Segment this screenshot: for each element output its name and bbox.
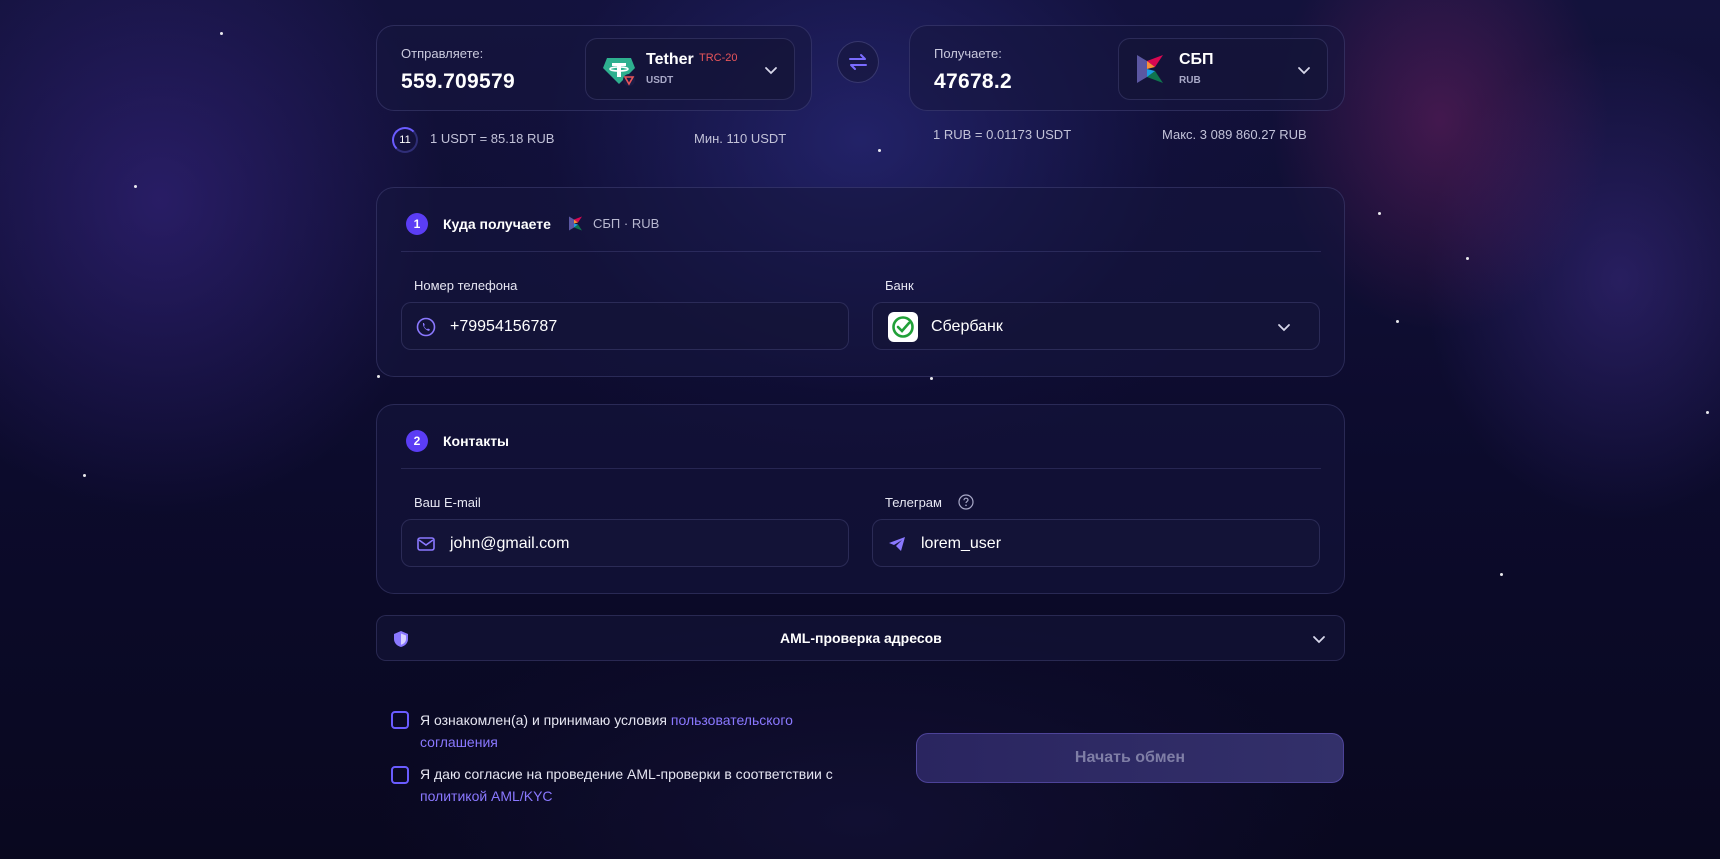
aml-check-toggle[interactable]: AML-проверка адресов — [376, 615, 1345, 661]
telegram-icon — [889, 537, 905, 551]
star — [1466, 257, 1469, 260]
sberbank-logo — [888, 312, 918, 342]
receive-card: Получаете: 47678.2 СБП RUB — [909, 25, 1345, 111]
sbp-icon — [568, 215, 583, 237]
star — [83, 474, 86, 477]
recipient-section: 1 Куда получаете СБП · RUB Номер телефон… — [376, 187, 1345, 377]
bank-label: Банк — [885, 278, 914, 293]
step-number: 2 — [406, 430, 428, 452]
shield-icon — [394, 631, 408, 647]
email-field[interactable]: john@gmail.com — [401, 519, 849, 567]
send-rate: 1 USDT = 85.18 RUB — [430, 131, 555, 146]
chevron-down-icon — [1313, 636, 1325, 644]
aml-consent-text: Я даю согласие на проведение AML-проверк… — [420, 763, 870, 807]
phone-label: Номер телефона — [414, 278, 518, 293]
send-label: Отправляете: — [401, 46, 484, 61]
star — [1500, 573, 1503, 576]
sbp-icon — [1135, 53, 1165, 90]
tether-icon — [602, 53, 636, 92]
send-amount[interactable]: 559.709579 — [401, 70, 515, 94]
divider — [401, 251, 1321, 252]
email-value: john@gmail.com — [450, 535, 570, 552]
star — [930, 377, 933, 380]
email-icon — [417, 537, 435, 551]
start-exchange-button[interactable]: Начать обмен — [916, 733, 1344, 783]
send-currency-code: USDT — [646, 75, 674, 86]
telegram-value: lorem_user — [921, 535, 1002, 552]
divider — [401, 468, 1321, 469]
phone-value: +79954156787 — [450, 318, 558, 335]
bank-select[interactable]: Сбербанк — [872, 302, 1320, 350]
star — [1378, 212, 1381, 215]
email-label: Ваш E-mail — [414, 495, 481, 510]
send-min: Мин. 110 USDT — [694, 131, 787, 146]
star — [134, 185, 137, 188]
swap-button[interactable] — [837, 41, 879, 83]
star — [1706, 411, 1709, 414]
phone-icon — [416, 317, 436, 337]
receive-currency-select[interactable]: СБП RUB — [1118, 38, 1328, 100]
send-currency-name: Tether — [646, 51, 694, 68]
send-currency-select[interactable]: Tether TRC-20 USDT — [585, 38, 795, 100]
receive-currency-name: СБП — [1179, 51, 1214, 68]
send-card: Отправляете: 559.709579 Tether TRC-20 US… — [376, 25, 812, 111]
section-title: Контакты — [443, 433, 510, 449]
help-icon[interactable] — [958, 494, 974, 510]
star — [377, 375, 380, 378]
star — [878, 149, 881, 152]
phone-field[interactable]: +79954156787 — [401, 302, 849, 350]
section-subtitle: СБП · RUB — [593, 216, 660, 231]
aml-policy-link[interactable]: политикой AML/KYC — [420, 788, 553, 804]
terms-label: Я ознакомлен(а) и принимаю условия — [420, 712, 671, 728]
receive-label: Получаете: — [934, 46, 1002, 61]
receive-amount[interactable]: 47678.2 — [934, 70, 1012, 94]
contacts-section: 2 Контакты Ваш E-mail john@gmail.com Тел… — [376, 404, 1345, 594]
telegram-field[interactable]: lorem_user — [872, 519, 1320, 567]
receive-currency-code: RUB — [1179, 75, 1201, 86]
star — [220, 32, 223, 35]
step-number: 1 — [406, 213, 428, 235]
chevron-down-icon — [765, 67, 777, 75]
chevron-down-icon — [1298, 67, 1310, 75]
terms-checkbox[interactable] — [391, 711, 409, 729]
aml-consent-label: Я даю согласие на проведение AML-проверк… — [420, 766, 833, 782]
bank-value: Сбербанк — [931, 318, 1003, 335]
swap-arrows-icon — [849, 54, 867, 70]
section-title: Куда получаете — [443, 216, 551, 232]
receive-rate: 1 RUB = 0.01173 USDT — [933, 127, 1072, 142]
receive-max: Макс. 3 089 860.27 RUB — [1162, 127, 1307, 142]
aml-title: AML-проверка адресов — [780, 630, 942, 646]
send-network-badge: TRC-20 — [699, 52, 738, 64]
rate-timer: 11 — [392, 127, 418, 153]
aml-consent-checkbox[interactable] — [391, 766, 409, 784]
telegram-label: Телеграм — [885, 495, 942, 510]
terms-text: Я ознакомлен(а) и принимаю условия польз… — [420, 709, 840, 753]
star — [1396, 320, 1399, 323]
chevron-down-icon — [1278, 324, 1290, 332]
